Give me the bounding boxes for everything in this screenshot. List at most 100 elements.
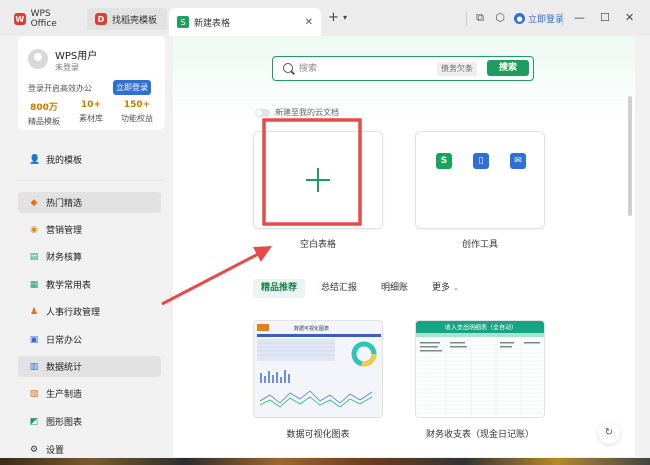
sidebar-item-label: 人事行政管理 [46,308,101,318]
stat-benefits[interactable]: 150+ 功能权益 [116,100,158,124]
window-restore-icon[interactable]: ⧉ [474,12,486,24]
sidebar: WPS用户 未登录 登录开启高效办公 立即登录 800万 精品模板 10+ 素材… [18,36,165,465]
chip-summary[interactable]: 总结汇报 [313,279,365,298]
search-box: 债务欠条 搜索 [272,56,534,81]
sidebar-item-label: 热门精选 [46,199,83,209]
creation-tools-card[interactable]: S ▯ ✉ [415,131,545,229]
close-icon[interactable]: ✕ [305,17,313,28]
cube-icon[interactable]: ⬡ [494,12,506,24]
template-card-visualization[interactable]: 数据可视化图表 [253,320,383,418]
login-link[interactable]: ● 立即登录 [514,12,564,25]
tab-docer-templates[interactable]: D 找稻壳模板 [87,8,167,30]
sidebar-item-manufacturing[interactable]: ▧ 生产制造 [18,383,161,404]
sidebar-item-hr[interactable]: ♟ 人事行政管理 [18,301,161,322]
template-thumbnail: 收入支出明细表（全自动） [416,321,544,417]
sidebar-item-label: 数据统计 [46,363,83,373]
close-window-icon[interactable]: ✕ [625,11,634,24]
template-label: 财务收支表（现金日记账） [425,430,534,440]
thumb-title: 数据可视化图表 [294,325,329,332]
template-card-finance[interactable]: 收入支出明细表（全自动） [415,320,545,418]
search-input[interactable] [299,61,429,76]
wps-logo-icon: W [14,13,26,25]
chevron-down-icon[interactable]: ▾ [343,13,347,22]
tab-label: 找稻壳模板 [112,15,158,26]
login-button[interactable]: 立即登录 [113,80,151,95]
stat-number: 10+ [80,100,102,110]
tab-new-spreadsheet[interactable]: S 新建表格 ✕ [169,8,321,36]
graph-icon: ◩ [29,416,39,427]
sidebar-item-label: 日常办公 [46,336,83,346]
scrollbar[interactable] [628,96,632,216]
sidebar-item-my-templates[interactable]: 👤 我的模板 [18,149,161,170]
stat-label: 素材库 [79,114,103,123]
stat-number: 150+ [123,100,151,110]
tab-label: 新建表格 [194,18,231,29]
mail-icon: ✉ [510,153,526,169]
docer-logo-icon: D [95,13,107,25]
plus-icon [306,179,330,181]
main-panel: 债务欠条 搜索 新建至我的云文档 空白表格 S ▯ ✉ 创作工具 精品推荐 总结… [173,36,635,457]
copy-icon: ▯ [473,153,489,169]
stats-icon: ▥ [29,361,39,372]
chip-ledger[interactable]: 明细账 [373,279,416,298]
thumb-title: 收入支出明细表（全自动） [445,324,517,332]
login-hint: 登录开启高效办公 [28,84,92,93]
spreadsheet-icon: S [177,16,189,28]
stat-number: 800万 [30,103,58,113]
sidebar-item-marketing[interactable]: ◉ 营销管理 [18,219,161,240]
sidebar-item-settings[interactable]: ⚙ 设置 [18,439,161,460]
divider [562,12,563,26]
hero-background [173,36,635,126]
tab-wps-office[interactable]: W WPS Office [6,8,86,30]
user-card: WPS用户 未登录 登录开启高效办公 立即登录 800万 精品模板 10+ 素材… [18,36,165,130]
refresh-icon[interactable]: ↻ [598,422,620,444]
user-name: WPS用户 [55,51,98,62]
new-tab-icon[interactable]: + [328,10,339,25]
category-chips: 精品推荐 总结汇报 明细账 更多 ⌄ [253,279,467,298]
avatar[interactable] [28,49,48,69]
chip-more-label: 更多 [432,283,451,293]
sidebar-item-statistics[interactable]: ▥ 数据统计 [18,356,161,377]
maximize-icon[interactable]: ☐ [600,11,610,24]
factory-icon: ▧ [29,388,39,399]
chip-featured[interactable]: 精品推荐 [253,279,306,298]
cloud-doc-toggle[interactable]: 新建至我的云文档 [255,107,339,118]
diamond-icon: ◆ [30,197,38,208]
coin-icon: ◉ [30,224,38,235]
sidebar-item-teaching[interactable]: ▦ 教学常用表 [18,274,161,295]
search-icon [283,63,293,73]
person-icon: ♟ [29,306,39,317]
user-icon: ● [514,13,525,24]
stat-label: 精品模板 [28,117,60,126]
minimize-icon[interactable]: — [574,11,585,24]
blank-spreadsheet-card[interactable] [253,131,383,229]
chip-more[interactable]: 更多 ⌄ [424,279,467,298]
sidebar-item-label: 我的模板 [46,156,83,166]
stat-label: 功能权益 [121,114,153,123]
blank-card-label: 空白表格 [299,240,336,250]
sidebar-item-hot[interactable]: ◆ 热门精选 [18,192,161,213]
template-label: 数据可视化图表 [286,430,350,440]
finance-icon: ▤ [29,251,39,262]
title-bar: W WPS Office D 找稻壳模板 S 新建表格 ✕ + ▾ ⧉ ⬡ ● … [0,0,650,36]
sidebar-item-label: 生产制造 [46,390,83,400]
sidebar-item-office[interactable]: ▣ 日常办公 [18,329,161,350]
search-suggestion-tag[interactable]: 债务欠条 [437,62,477,76]
template-thumbnail: 数据可视化图表 [254,321,382,417]
chevron-down-icon: ⌄ [452,284,459,292]
search-button[interactable]: 搜索 [487,60,529,76]
sidebar-item-graphs[interactable]: ◩ 图形图表 [18,411,161,432]
toggle-switch[interactable] [255,108,270,117]
spreadsheet-icon: S [436,153,452,169]
sidebar-item-finance[interactable]: ▤ 财务核算 [18,246,161,267]
sidebar-item-label: 营销管理 [46,226,83,236]
stat-materials[interactable]: 10+ 素材库 [70,100,112,124]
chart-icon: ▦ [29,279,39,290]
stat-templates[interactable]: 800万 精品模板 [23,100,65,127]
divider [466,12,467,26]
calendar-icon: ▣ [29,334,39,345]
login-label: 立即登录 [528,15,565,25]
tools-card-label: 创作工具 [461,240,498,250]
tab-label: WPS Office [30,9,57,29]
sidebar-item-label: 设置 [46,446,65,456]
